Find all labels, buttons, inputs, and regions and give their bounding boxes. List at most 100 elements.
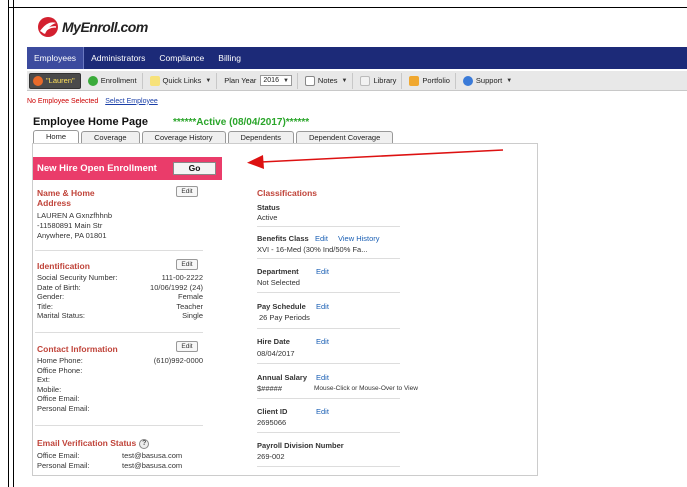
pay-schedule-edit-link[interactable]: Edit — [316, 302, 329, 311]
office-phone-label: Office Phone: — [37, 365, 83, 375]
personal-email-label: Personal Email: — [37, 403, 90, 413]
select-employee-link[interactable]: Select Employee — [105, 98, 158, 105]
name-address-edit-button[interactable]: Edit — [176, 186, 198, 197]
name-address-title-line1: Name & Home — [37, 188, 95, 198]
ssn-value: 111-00-2222 — [161, 273, 203, 282]
pay-schedule-label: Pay Schedule — [257, 302, 306, 311]
toolbar: "Lauren" Enrollment Quick Links ▼ Plan Y… — [27, 71, 687, 91]
chevron-down-icon: ▼ — [341, 77, 348, 84]
go-button[interactable]: Go — [173, 162, 216, 175]
name-address-title-line2: Address — [37, 198, 72, 208]
nav-billing[interactable]: Billing — [211, 47, 248, 69]
pay-schedule-value: 26 Pay Periods — [259, 313, 310, 322]
quick-links-menu[interactable]: Quick Links ▼ — [145, 72, 218, 89]
notes-menu[interactable]: Notes ▼ — [300, 72, 354, 89]
contact-table: Home Phone: (610)992-0000 Office Phone: E… — [37, 356, 203, 413]
annual-salary-value[interactable]: $##### — [257, 384, 282, 393]
verify-office-email-label: Office Email: — [37, 451, 80, 460]
app-root: MyEnroll.com Employees Administrators Co… — [27, 10, 687, 487]
identification-table: Social Security Number: 111-00-2222 Date … — [37, 273, 203, 321]
hire-date-label: Hire Date — [257, 337, 290, 346]
plan-year-select[interactable]: 2016 ▼ — [260, 75, 292, 86]
support-label: Support — [475, 76, 503, 85]
identification-edit-button[interactable]: Edit — [176, 259, 198, 270]
star-icon — [149, 75, 160, 86]
brand-logo[interactable]: MyEnroll.com — [37, 14, 148, 40]
library-button[interactable]: Library — [355, 72, 403, 89]
no-employee-text: No Employee Selected — [27, 97, 99, 105]
annual-salary-label: Annual Salary — [257, 373, 308, 382]
title-value: Teacher — [176, 301, 203, 311]
user-icon — [33, 75, 43, 86]
home-phone-value: (610)992-0000 — [153, 356, 203, 365]
notes-icon — [304, 75, 315, 86]
payroll-division-label: Payroll Division Number — [257, 441, 344, 450]
nav-compliance[interactable]: Compliance — [152, 47, 211, 69]
name-address-block: LAUREN A Gxnzfhhnb -11580891 Main Str An… — [37, 211, 112, 241]
verify-personal-email-label: Personal Email: — [37, 460, 90, 470]
office-phone-row: Office Phone: — [37, 366, 203, 376]
page-header: Employee Home Page ******Active (08/04/2… — [33, 116, 309, 128]
myenroll-logo-icon — [37, 16, 59, 38]
section-divider — [257, 258, 400, 259]
employee-status-badge: ******Active (08/04/2017)****** — [172, 117, 310, 128]
section-divider — [35, 332, 203, 333]
ext-label: Ext: — [37, 375, 50, 384]
department-edit-link[interactable]: Edit — [316, 267, 329, 276]
plan-year-value: 2016 — [263, 77, 279, 84]
tab-home[interactable]: Home — [33, 130, 80, 144]
gender-row: Gender: Female — [37, 292, 203, 302]
enrollment-button[interactable]: Enrollment — [83, 72, 143, 89]
enrollment-label: Enrollment — [100, 76, 137, 85]
dob-label: Date of Birth: — [37, 282, 81, 292]
logo-text: MyEnroll.com — [62, 19, 148, 35]
mobile-label: Mobile: — [37, 384, 62, 394]
chevron-down-icon: ▼ — [282, 77, 289, 84]
benefits-class-history-link[interactable]: View History — [338, 234, 380, 243]
user-button[interactable]: "Lauren" — [29, 72, 81, 89]
employee-selection-bar: No Employee Selected Select Employee — [27, 95, 158, 107]
section-divider — [257, 466, 400, 467]
top-navigation: Employees Administrators Compliance Bill… — [27, 47, 687, 69]
benefits-class-edit-link[interactable]: Edit — [315, 234, 328, 243]
contact-edit-button[interactable]: Edit — [176, 341, 198, 352]
chevron-down-icon: ▼ — [205, 77, 212, 84]
classifications-title: Classifications — [257, 188, 317, 198]
hire-date-edit-link[interactable]: Edit — [316, 337, 329, 346]
quick-links-label: Quick Links — [162, 76, 202, 85]
annual-salary-edit-link[interactable]: Edit — [316, 373, 329, 382]
page-tabs: Home Coverage Coverage History Dependent… — [33, 130, 395, 144]
nav-administrators[interactable]: Administrators — [84, 47, 152, 69]
window-frame-top — [8, 7, 687, 8]
help-icon[interactable]: ? — [139, 438, 150, 449]
office-email-row: Office Email: — [37, 394, 203, 404]
personal-email-row: Personal Email: — [37, 404, 203, 414]
department-value: Not Selected — [257, 278, 300, 287]
plan-year-label: Plan Year — [224, 76, 257, 85]
email-verification-table: Office Email: test@basusa.com Personal Em… — [37, 451, 203, 470]
client-id-label: Client ID — [257, 407, 288, 416]
library-icon — [360, 75, 371, 86]
support-menu[interactable]: Support ▼ — [458, 73, 517, 89]
ext-row: Ext: — [37, 375, 203, 385]
email-verification-title-text: Email Verification Status — [37, 438, 137, 448]
annual-salary-note: Mouse-Click or Mouse-Over to View — [314, 385, 418, 392]
user-label: "Lauren" — [46, 76, 75, 85]
name-address-title: Name & Home Address — [37, 188, 95, 208]
identification-title: Identification — [37, 261, 90, 271]
client-id-edit-link[interactable]: Edit — [316, 407, 329, 416]
office-email-label: Office Email: — [37, 394, 80, 403]
chevron-down-icon: ▼ — [506, 77, 513, 84]
new-hire-open-enrollment-label: New Hire Open Enrollment — [37, 163, 157, 174]
department-label: Department — [257, 267, 299, 276]
page-title: Employee Home Page — [33, 116, 148, 128]
new-hire-open-enrollment-banner: New Hire Open Enrollment Go — [33, 157, 222, 180]
ssn-row: Social Security Number: 111-00-2222 — [37, 273, 203, 283]
notes-label: Notes — [317, 76, 338, 85]
portfolio-button[interactable]: Portfolio — [404, 72, 456, 89]
nav-employees[interactable]: Employees — [27, 47, 85, 69]
marital-label: Marital Status: — [37, 311, 85, 320]
address-city: Anywhere, PA 01801 — [37, 231, 107, 240]
annotation-arrow — [247, 149, 504, 169]
section-divider — [35, 425, 203, 426]
